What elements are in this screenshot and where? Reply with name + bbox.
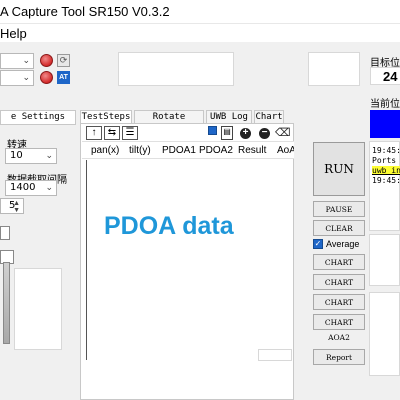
interval-value: 1400 [10,182,36,193]
status-box-2 [308,52,360,86]
clear-button[interactable]: CLEAR [313,220,365,236]
chart-aoa2-label: CHART AOA2 [324,318,354,342]
log-line-highlight: uwb_in [372,166,400,175]
checkbox-select-all[interactable] [208,126,217,135]
chart-aoa2-button[interactable]: CHART AOA2 [313,314,365,342]
log-line: 19:45:2 [372,176,400,185]
tab-teststeps[interactable]: TestSteps [80,110,132,124]
settings-info-box [14,268,62,350]
interval-select[interactable]: 1400 ⌄ [5,180,57,196]
report-button[interactable]: Report [313,349,365,365]
count-stepper[interactable]: 5 ▲ ▼ [0,198,24,214]
slider-track[interactable] [3,262,10,344]
log-panel-3 [369,292,400,376]
tab-chart[interactable]: Chart [254,110,284,124]
chevron-down-icon: ⌄ [22,72,30,82]
connect-indicator-1[interactable] [40,54,53,67]
pause-button[interactable]: PAUSE [313,201,365,217]
run-label: RUN [324,162,354,176]
col-result: Result [238,145,267,156]
col-pdoa1: PDOA1 [162,145,196,156]
log-panel-2 [369,234,400,286]
average-checkbox[interactable]: ✓ [313,239,323,249]
at-command-icon[interactable]: AT [57,71,70,84]
menu-help[interactable]: Help [0,26,27,41]
tab-teststeps-label: TestSteps [81,112,131,122]
clear-label: CLEAR [325,224,353,233]
current-position-indicator [370,110,400,138]
pause-label: PAUSE [325,205,353,214]
log-panel: 19:45:2 Ports [ uwb_in 19:45:2 [369,141,400,231]
chart-pdoa1-button[interactable]: CHART PDOA1 [313,254,365,282]
log-line: Ports [ [372,156,400,165]
target-position-field[interactable]: 24 [370,67,400,85]
run-button[interactable]: RUN [313,142,365,196]
port-select-2[interactable]: ⌄ [0,70,34,86]
tab-settings-label: e Settings [10,112,66,122]
target-position-value: 24 [383,69,398,84]
swap-icon[interactable]: ⇆ [104,126,120,140]
window-title: A Capture Tool SR150 V0.3.2 [0,4,170,19]
add-icon[interactable]: + [240,128,251,139]
col-pdoa2: PDOA2 [199,145,233,156]
speed-value: 10 [10,150,23,161]
average-label: Average [326,239,360,249]
tab-uwb-log-label: UWB Log [210,112,248,122]
tab-chart-label: Chart [255,112,283,122]
title-bar: A Capture Tool SR150 V0.3.2 [0,0,400,24]
chevron-down-icon: ⌄ [22,55,30,65]
status-box [118,52,234,86]
menu-bar: Help [0,24,400,42]
chevron-down-icon: ⌄ [45,182,53,192]
upload-icon[interactable]: ↑ [86,126,102,140]
chevron-down-icon: ⌄ [45,150,53,160]
log-line: 19:45:2 [372,146,400,155]
port-select-1[interactable]: ⌄ [0,53,34,69]
connect-indicator-2[interactable] [40,71,53,84]
report-label: Report [325,353,352,362]
eraser-icon[interactable]: ⌫ [275,126,291,139]
stepper-arrows-icon: ▲ ▼ [13,200,20,214]
list-icon[interactable]: ☰ [122,126,138,140]
col-pan: pan(x) [91,145,120,156]
chart-pdoa2-button[interactable]: CHART PDOA2 [313,274,365,302]
pdoa-overlay-text: PDOA data [104,212,234,240]
col-tilt: tilt(y) [129,145,151,156]
chart-aoa1-button[interactable]: CHART AOA1 [313,294,365,322]
table-header: pan(x) tilt(y) PDOA1 PDOA2 Result AoA [82,141,294,159]
tab-uwb-log[interactable]: UWB Log [206,110,252,124]
remove-icon[interactable]: − [259,128,270,139]
tab-rotate-button[interactable]: Rotate Button [134,110,204,135]
col-aoa: AoA [277,145,294,156]
tab-settings[interactable]: e Settings [0,110,76,124]
doc-icon[interactable]: ▤ [221,126,233,140]
speed-select[interactable]: 10 ⌄ [5,148,57,164]
table-divider [86,160,87,360]
small-stepper[interactable] [0,226,10,240]
table-status-box [258,349,292,361]
refresh-icon[interactable]: ⟳ [57,54,70,67]
